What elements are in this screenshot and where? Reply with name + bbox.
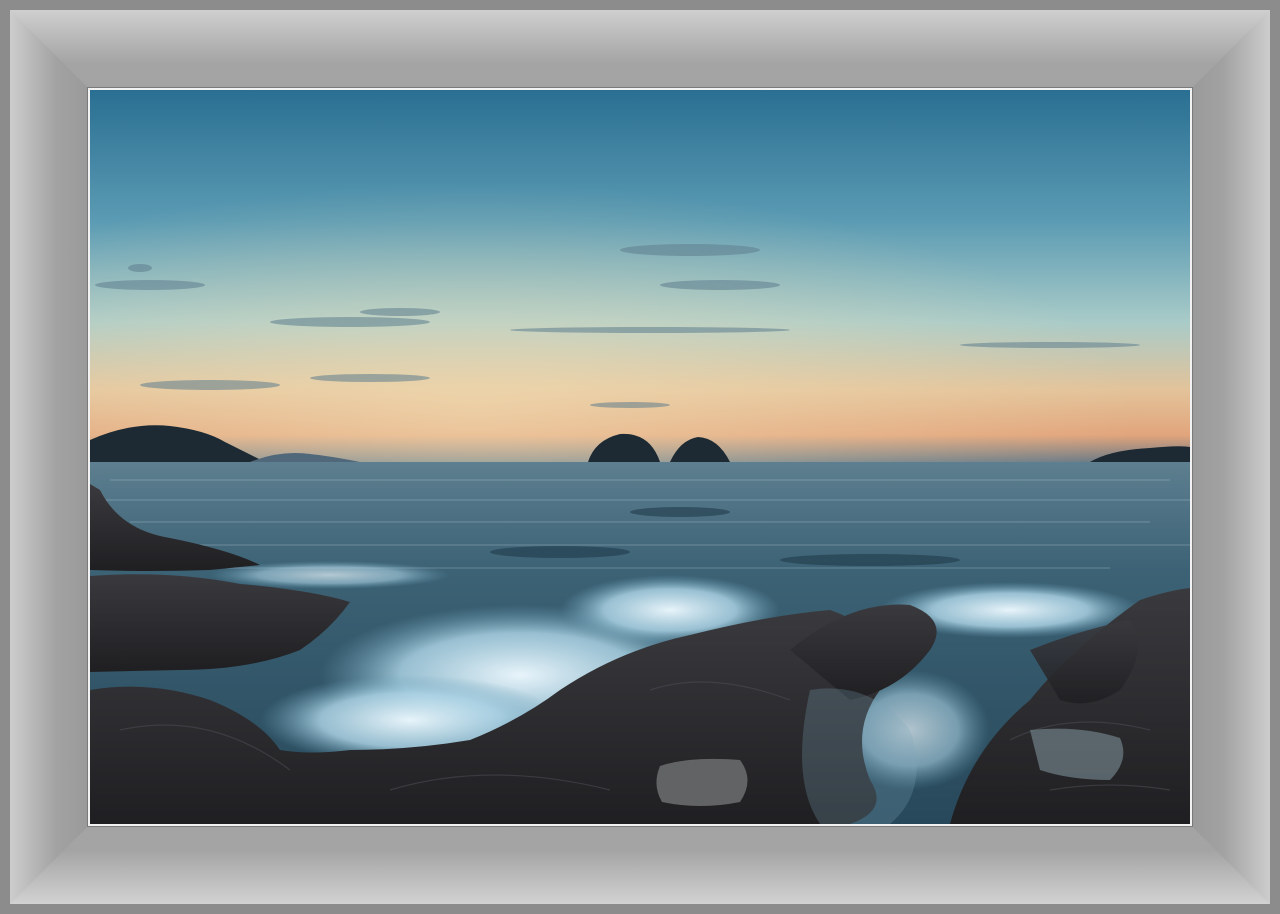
frame-bevel-left (10, 10, 88, 904)
seascape-illustration (90, 90, 1190, 824)
seascape-photo (88, 88, 1192, 826)
frame-bevel-right (1192, 10, 1270, 904)
